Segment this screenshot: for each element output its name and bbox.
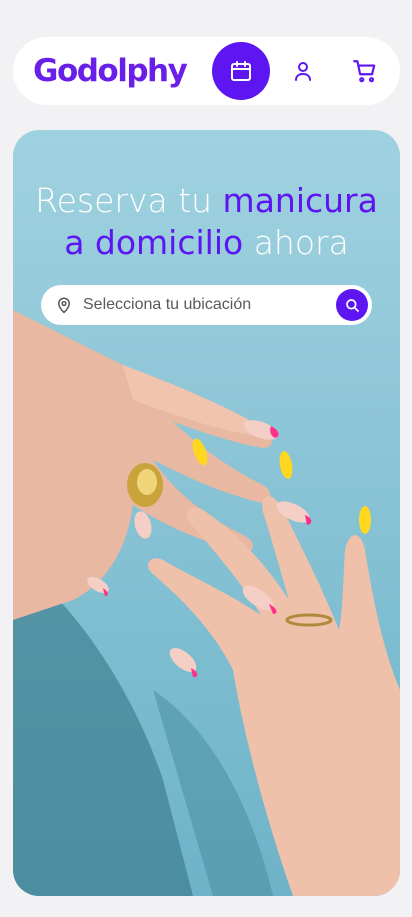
location-pin-icon (55, 296, 73, 314)
location-search-bar (41, 285, 372, 325)
search-submit-button[interactable] (336, 289, 368, 321)
top-navbar: Godolphy (13, 37, 400, 105)
headline-part-1: Reserva tu (35, 181, 223, 220)
calendar-icon (231, 61, 251, 81)
headline-part-4: ahora (243, 223, 349, 262)
user-icon (295, 62, 311, 81)
hero-headline: Reserva tu manicura a domicilio ahora (13, 180, 400, 264)
cart-icon (353, 60, 376, 83)
search-icon (346, 299, 359, 312)
cart-button[interactable] (345, 51, 385, 91)
headline-part-2: manicura (222, 181, 378, 220)
calendar-button[interactable] (212, 42, 270, 100)
logo[interactable]: Godolphy (33, 51, 188, 91)
headline-part-3: a domicilio (64, 223, 244, 262)
hero-banner: Reserva tu manicura a domicilio ahora (13, 130, 400, 896)
account-button[interactable] (283, 51, 323, 91)
location-search-input[interactable] (83, 296, 323, 314)
